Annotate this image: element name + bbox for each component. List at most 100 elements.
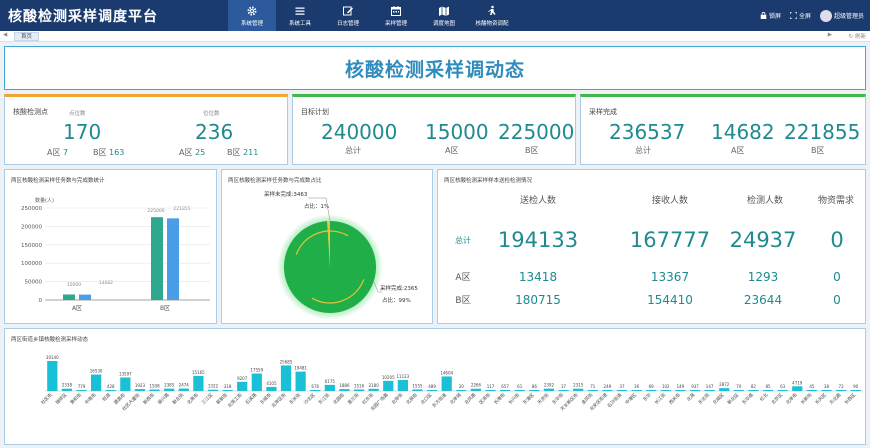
bar-value-label: 14604 — [440, 370, 453, 375]
x-tick-label: 沙北区 — [302, 391, 317, 406]
x-tick-label: 东华街 — [550, 391, 565, 406]
points-a: A区 7 — [47, 147, 68, 158]
nav-item-map[interactable]: 调度地图 — [420, 0, 468, 31]
menu-icon — [295, 7, 305, 15]
sites-panel: 核酸检测点 点位数 170 A区 7 B区 163 位位数 236 A区 25 … — [4, 94, 288, 165]
x-tick-label: 北岸区街 — [270, 391, 288, 409]
street-panel: 两区街道乡镇核酸检测采样动态 30140 社区街 2338 瑞祥区 779 景和街 1653… — [4, 328, 866, 445]
status-panel: 两区核酸检测采样样本送检检测情况 送检人数 接收人数 检测人数 物资需求 总计 … — [437, 169, 866, 324]
bar — [91, 374, 102, 391]
nav-item-system[interactable]: 系统管理 — [228, 0, 276, 31]
x-tick-label: 东港区 — [521, 391, 536, 406]
x-tick-label: 长兴街 — [507, 391, 522, 406]
page-title: 核酸检测采样调动态 — [344, 58, 525, 81]
b-tested: 23644 — [744, 293, 782, 307]
bar-value-label: 2180 — [369, 383, 380, 388]
lock-screen-button[interactable]: 锁屏 — [760, 11, 781, 20]
avatar — [819, 9, 832, 22]
bar — [704, 390, 715, 391]
tab-next-icon[interactable]: ▶ — [828, 32, 832, 38]
fullscreen-button[interactable]: 全屏 — [789, 11, 811, 20]
nav-item-tools[interactable]: 系统工具 — [276, 0, 324, 31]
nav-label: 系统工具 — [288, 20, 311, 27]
task-unit-label: 数量(人) — [35, 197, 54, 204]
b-supplies: 0 — [833, 293, 841, 307]
col-header-sent: 送检人数 — [520, 194, 556, 206]
targets-panel: 目标计划 240000 总计 15000 A区 225000 B区 — [292, 94, 576, 165]
bar — [543, 388, 555, 391]
x-tick-label: 红东街 — [361, 391, 376, 406]
bar-value-label: 20 — [459, 384, 465, 389]
x-tick-label: 星兰街 — [346, 391, 361, 406]
bar-value-label: 72 — [839, 384, 845, 389]
bar — [280, 365, 292, 391]
bar — [587, 390, 598, 391]
a-label: A区 — [179, 148, 193, 157]
bar-value-label: 86 — [532, 384, 538, 389]
x-tick-label: 北凤路 — [463, 391, 478, 406]
x-tick-label: 崭新街 — [215, 391, 230, 406]
user-menu[interactable]: 超级管理员 — [819, 9, 864, 22]
bar — [295, 371, 306, 391]
x-tick-label: 社区街 — [39, 391, 54, 406]
done-b: 221855 — [784, 120, 861, 144]
refresh-label: 刷新 — [854, 34, 866, 40]
nav-item-supplies[interactable]: 核酸物资调配 — [468, 0, 516, 31]
x-tick-label: 东方街道 — [430, 391, 448, 409]
done-title: 采样完成 — [589, 108, 617, 116]
a-value: 25 — [195, 148, 206, 157]
a-received: 13367 — [651, 270, 689, 284]
unfinished-label: 采样未完成:3463 — [264, 190, 308, 198]
bar — [470, 388, 482, 391]
task-chart-title: 两区核酸检测采样任务数与完成数统计 — [11, 178, 105, 184]
bar — [151, 217, 163, 300]
bar-value-label: 1516 — [354, 383, 365, 388]
bar-value-label: 13597 — [119, 371, 132, 376]
bar-value-label: 25685 — [280, 359, 293, 364]
bar — [733, 390, 744, 391]
bar — [602, 390, 613, 391]
title-panel: 核酸检测采样调动态 — [4, 46, 866, 90]
bar — [806, 390, 817, 391]
header-actions: 锁屏 全屏 超级管理员 — [760, 0, 864, 31]
x-tick-label: 北口区 — [419, 391, 434, 406]
targets-a-label: A区 — [445, 146, 459, 155]
nav-label: 系统管理 — [240, 20, 263, 27]
targets-total-label: 总计 — [345, 146, 361, 155]
x-tick-label: 北苑工街 — [226, 391, 244, 409]
bar-value-label: 85 — [766, 384, 772, 389]
completion-pie-chart: 采样未完成:3463 占比：1% 采样完成:2365 占比：99% — [264, 190, 418, 320]
bar — [251, 373, 262, 391]
bar-value-label: 37 — [619, 384, 625, 389]
user-name: 超级管理员 — [833, 13, 864, 20]
bar — [660, 390, 671, 391]
bar — [339, 389, 350, 391]
bar — [167, 218, 179, 300]
gear-icon — [247, 6, 257, 15]
col-header-received: 接收人数 — [652, 194, 688, 206]
bar — [689, 390, 701, 391]
x-tick-label: 红北 — [758, 391, 770, 403]
finished-pct: 占比：99% — [382, 296, 411, 304]
nav-item-sampling[interactable]: 采样管理 — [372, 0, 420, 31]
bar-value-label: 15165 — [192, 370, 205, 375]
bar — [514, 390, 525, 391]
bar-value-label: 37 — [561, 384, 567, 389]
bar-value-label: 4719 — [792, 380, 803, 385]
tab-home[interactable]: 首页 — [14, 32, 40, 41]
bar-value-label: 117 — [487, 384, 495, 389]
points-b: B区 163 — [93, 147, 124, 158]
positions-b: B区 211 — [227, 147, 258, 158]
fullscreen-label: 全屏 — [798, 13, 811, 20]
tab-prev-icon[interactable]: ◀ — [3, 32, 7, 38]
col-header-supplies: 物资需求 — [818, 194, 854, 206]
bar-value-label: 676 — [311, 384, 319, 389]
x-tick-label: 长西区 — [843, 391, 858, 406]
bar — [558, 390, 569, 391]
nav-item-logs[interactable]: 日志管理 — [324, 0, 372, 31]
refresh-button[interactable]: ↻ 刷新 — [849, 32, 866, 40]
status-table: 送检人数 接收人数 检测人数 物资需求 总计 194133 167777 249… — [455, 194, 854, 307]
sites-title: 核酸检测点 — [13, 108, 48, 116]
positions-a: A区 25 — [179, 147, 205, 158]
bar — [441, 376, 452, 391]
